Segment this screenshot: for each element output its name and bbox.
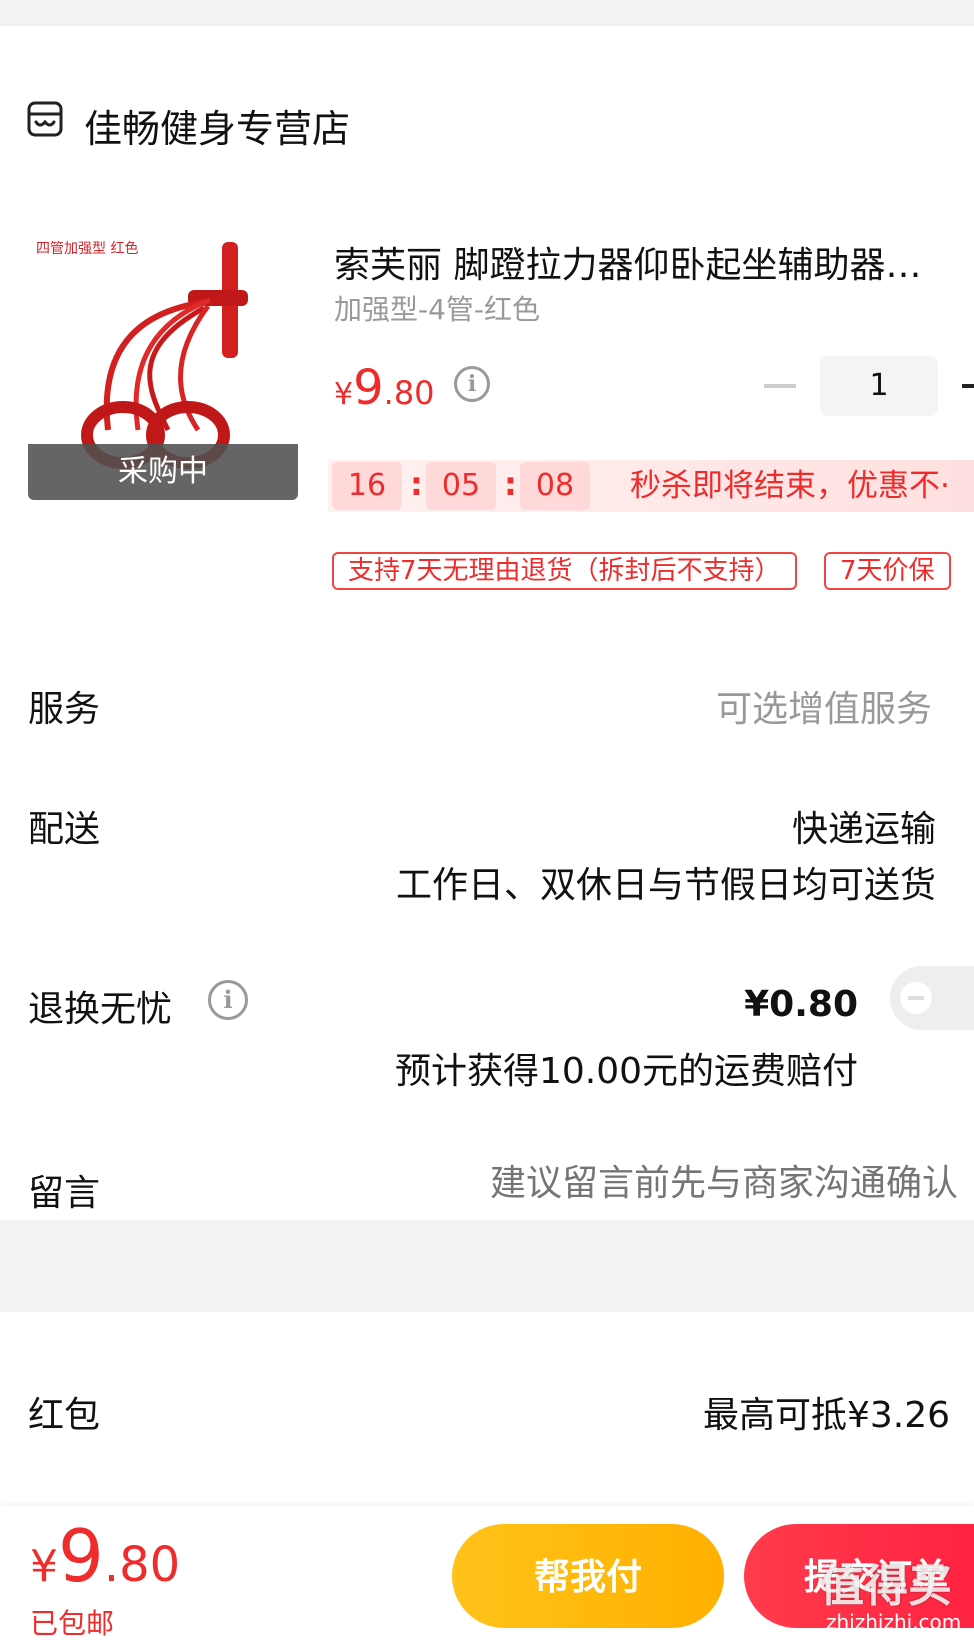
message-input[interactable] bbox=[396, 1152, 960, 1214]
countdown-hours: 16 bbox=[332, 462, 402, 510]
store-name[interactable]: 佳畅健身专营店 bbox=[84, 98, 350, 153]
service-value[interactable]: 可选增值服务 bbox=[716, 680, 932, 732]
delivery-schedule: 工作日、双休日与节假日均可送货 bbox=[395, 865, 936, 906]
toggle-knob bbox=[900, 982, 932, 1014]
message-label: 留言 bbox=[28, 1173, 101, 1214]
price-integer: 9 bbox=[353, 360, 384, 416]
price-info-icon[interactable]: i bbox=[454, 366, 490, 402]
return-insurance-toggle[interactable] bbox=[890, 966, 974, 1030]
product-image[interactable]: 四管加强型 红色 采购中 bbox=[28, 230, 298, 500]
return-insurance-label: 退换无忧 bbox=[28, 989, 173, 1030]
return-insurance-note: 预计获得10.00元的运费赔付 bbox=[394, 1051, 858, 1092]
countdown-minutes: 05 bbox=[426, 462, 496, 510]
flash-sale-countdown: 16 : 05 : 08 秒杀即将结束，优惠不· bbox=[328, 460, 974, 512]
price-symbol: ¥ bbox=[334, 377, 354, 412]
increase-quantity-button[interactable] bbox=[962, 384, 974, 388]
service-label: 服务 bbox=[28, 689, 101, 730]
decrease-quantity-button[interactable] bbox=[764, 384, 796, 388]
total-price: ¥9.80 bbox=[30, 1514, 180, 1598]
store-icon bbox=[27, 101, 63, 137]
order-card bbox=[0, 26, 974, 1220]
total-price-integer: 9 bbox=[58, 1514, 104, 1598]
price-decimal: .80 bbox=[383, 374, 435, 412]
coupon-value[interactable]: 最高可抵¥3.26 bbox=[703, 1386, 950, 1438]
coupon-label: 红包 bbox=[28, 1395, 101, 1436]
product-spec[interactable]: 加强型-4管-红色 bbox=[334, 288, 540, 328]
countdown-separator: : bbox=[504, 465, 517, 503]
product-price: ¥9.80 bbox=[334, 360, 435, 416]
quantity-field[interactable]: 1 bbox=[820, 356, 938, 416]
price-protection-tag[interactable]: 7天价保 bbox=[824, 552, 951, 590]
free-shipping-label: 已包邮 bbox=[30, 1607, 115, 1640]
purchasing-badge: 采购中 bbox=[28, 444, 298, 500]
return-info-icon[interactable]: i bbox=[208, 980, 248, 1020]
watermark-logo: 值得买 bbox=[820, 1561, 952, 1612]
return-insurance-price: ¥0.80 bbox=[744, 984, 858, 1025]
countdown-separator: : bbox=[410, 465, 423, 503]
countdown-message: 秒杀即将结束，优惠不· bbox=[630, 468, 950, 504]
help-me-pay-button[interactable]: 帮我付 bbox=[452, 1524, 724, 1628]
total-price-decimal: .80 bbox=[103, 1537, 181, 1593]
product-title[interactable]: 索芙丽 脚蹬拉力器仰卧起坐辅助器… bbox=[334, 236, 974, 288]
countdown-seconds: 08 bbox=[520, 462, 590, 510]
delivery-method[interactable]: 快递运输 bbox=[792, 800, 936, 852]
return-policy-tag[interactable]: 支持7天无理由退货（拆封后不支持） bbox=[332, 552, 797, 590]
image-caption: 四管加强型 红色 bbox=[36, 241, 139, 257]
total-price-symbol: ¥ bbox=[30, 1541, 58, 1592]
delivery-label: 配送 bbox=[28, 809, 101, 850]
watermark-url: zhizhizhi.com bbox=[826, 1610, 962, 1634]
